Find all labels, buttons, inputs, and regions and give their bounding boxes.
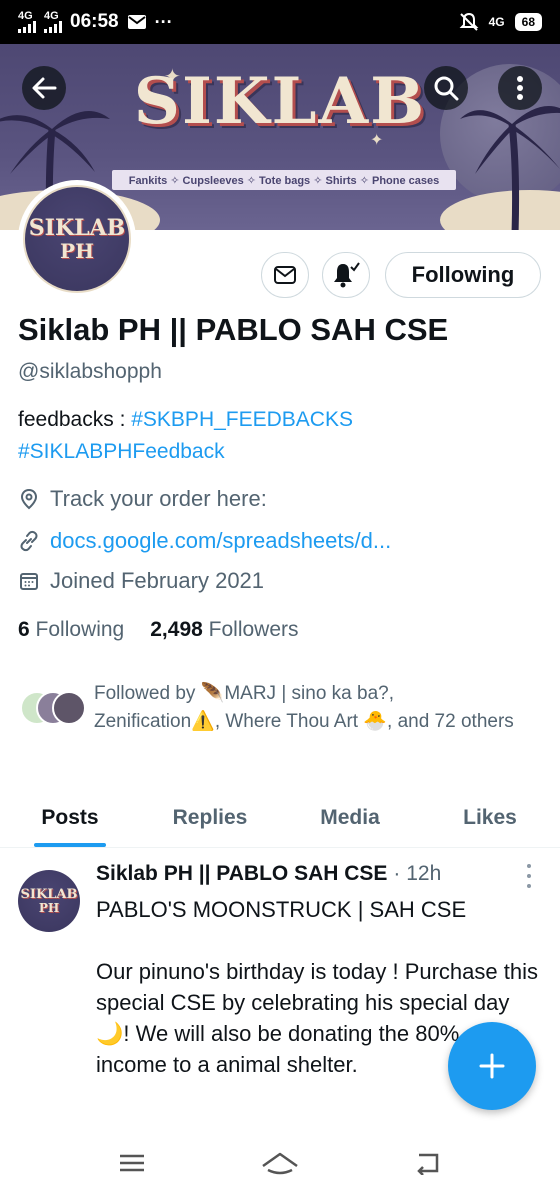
- menu-nav-button[interactable]: [117, 1152, 147, 1179]
- website-row[interactable]: docs.google.com/spreadsheets/d...: [18, 528, 391, 554]
- compose-button[interactable]: [448, 1022, 536, 1110]
- profile-bio: feedbacks : #SKBPH_FEEDBACKS #SIKLABPHFe…: [18, 404, 538, 468]
- followers-count[interactable]: 2,498 Followers: [150, 618, 298, 642]
- hashtag-link[interactable]: #SIKLABPHFeedback: [18, 440, 225, 463]
- home-icon: [262, 1152, 298, 1174]
- followers-avatars: [18, 688, 88, 728]
- profile-handle: @siklabshopph: [18, 360, 162, 383]
- back-button[interactable]: [22, 66, 66, 110]
- joined-text: Joined February 2021: [50, 568, 265, 593]
- profile-avatar[interactable]: SIKLAB PH: [18, 180, 136, 298]
- signal-icon: 4G: [18, 11, 36, 33]
- message-button[interactable]: [261, 252, 309, 298]
- tab-media[interactable]: Media: [280, 788, 420, 847]
- followed-by-row[interactable]: Followed by 🪶MARJ | sino ka ba?, Zenific…: [18, 680, 514, 736]
- followed-by-text: Followed by 🪶MARJ | sino ka ba?, Zenific…: [94, 683, 514, 732]
- home-nav-button[interactable]: [260, 1150, 300, 1181]
- profile-tabs: Posts Replies Media Likes: [0, 788, 560, 848]
- menu-icon: [119, 1154, 144, 1171]
- tweet-more-button[interactable]: [524, 864, 534, 888]
- hashtag-link[interactable]: #SKBPH_FEEDBACKS: [131, 408, 353, 431]
- tweet-header: Siklab PH || PABLO SAH CSE · 12h: [96, 862, 441, 886]
- following-button[interactable]: Following: [385, 252, 541, 298]
- vertical-dots-icon: [517, 76, 523, 100]
- calendar-icon: [20, 573, 38, 590]
- website-link[interactable]: docs.google.com/spreadsheets/d...: [50, 528, 391, 554]
- network-type: 4G: [488, 15, 505, 29]
- notifications-button[interactable]: [322, 252, 370, 298]
- profile-name: Siklab PH || PABLO SAH CSE: [18, 312, 449, 347]
- tab-posts[interactable]: Posts: [0, 788, 140, 847]
- tweet-title: PABLO'S MOONSTRUCK | SAH CSE: [96, 897, 467, 922]
- location-row: Track your order here:: [18, 486, 267, 512]
- system-nav-bar: [0, 1130, 560, 1200]
- more-options-button[interactable]: [498, 66, 542, 110]
- mute-bell-icon: [459, 12, 479, 31]
- back-icon: [417, 1153, 439, 1176]
- tweet-avatar[interactable]: SIKLAB PH: [18, 870, 80, 932]
- tweet-author[interactable]: Siklab PH || PABLO SAH CSE: [96, 862, 387, 886]
- following-count[interactable]: 6 Following: [18, 618, 124, 642]
- tab-likes[interactable]: Likes: [420, 788, 560, 847]
- tweet-time[interactable]: · 12h: [393, 862, 441, 886]
- avatar: [52, 691, 86, 725]
- location-pin-icon: [20, 488, 38, 510]
- joined-row: Joined February 2021: [18, 568, 264, 594]
- tab-replies[interactable]: Replies: [140, 788, 280, 847]
- bell-check-icon: [334, 262, 360, 288]
- follow-counts: 6 Following 2,498 Followers: [18, 618, 299, 642]
- avatar-text: PH: [60, 239, 94, 263]
- banner-strip: Fankits ✧ Cupsleeves ✧ Tote bags ✧ Shirt…: [112, 170, 456, 190]
- banner-title: SIKLAB: [133, 64, 427, 139]
- avatar-text: SIKLAB: [28, 215, 126, 241]
- location-text: Track your order here:: [50, 486, 267, 511]
- arrow-left-icon: [32, 77, 57, 99]
- more-notifications-icon: ···: [154, 11, 173, 32]
- search-button[interactable]: [424, 66, 468, 110]
- back-nav-button[interactable]: [413, 1151, 443, 1180]
- envelope-icon: [274, 266, 296, 284]
- mail-icon: [127, 15, 146, 29]
- plus-icon: [479, 1053, 505, 1079]
- clock: 06:58: [70, 11, 119, 32]
- search-icon: [434, 76, 459, 101]
- bio-text: feedbacks :: [18, 408, 132, 431]
- link-icon: [20, 530, 38, 552]
- battery-icon: 68: [514, 13, 542, 31]
- status-bar: 4G 4G 06:58 ··· 4G 68: [0, 0, 560, 44]
- signal-icon: 4G: [44, 11, 62, 33]
